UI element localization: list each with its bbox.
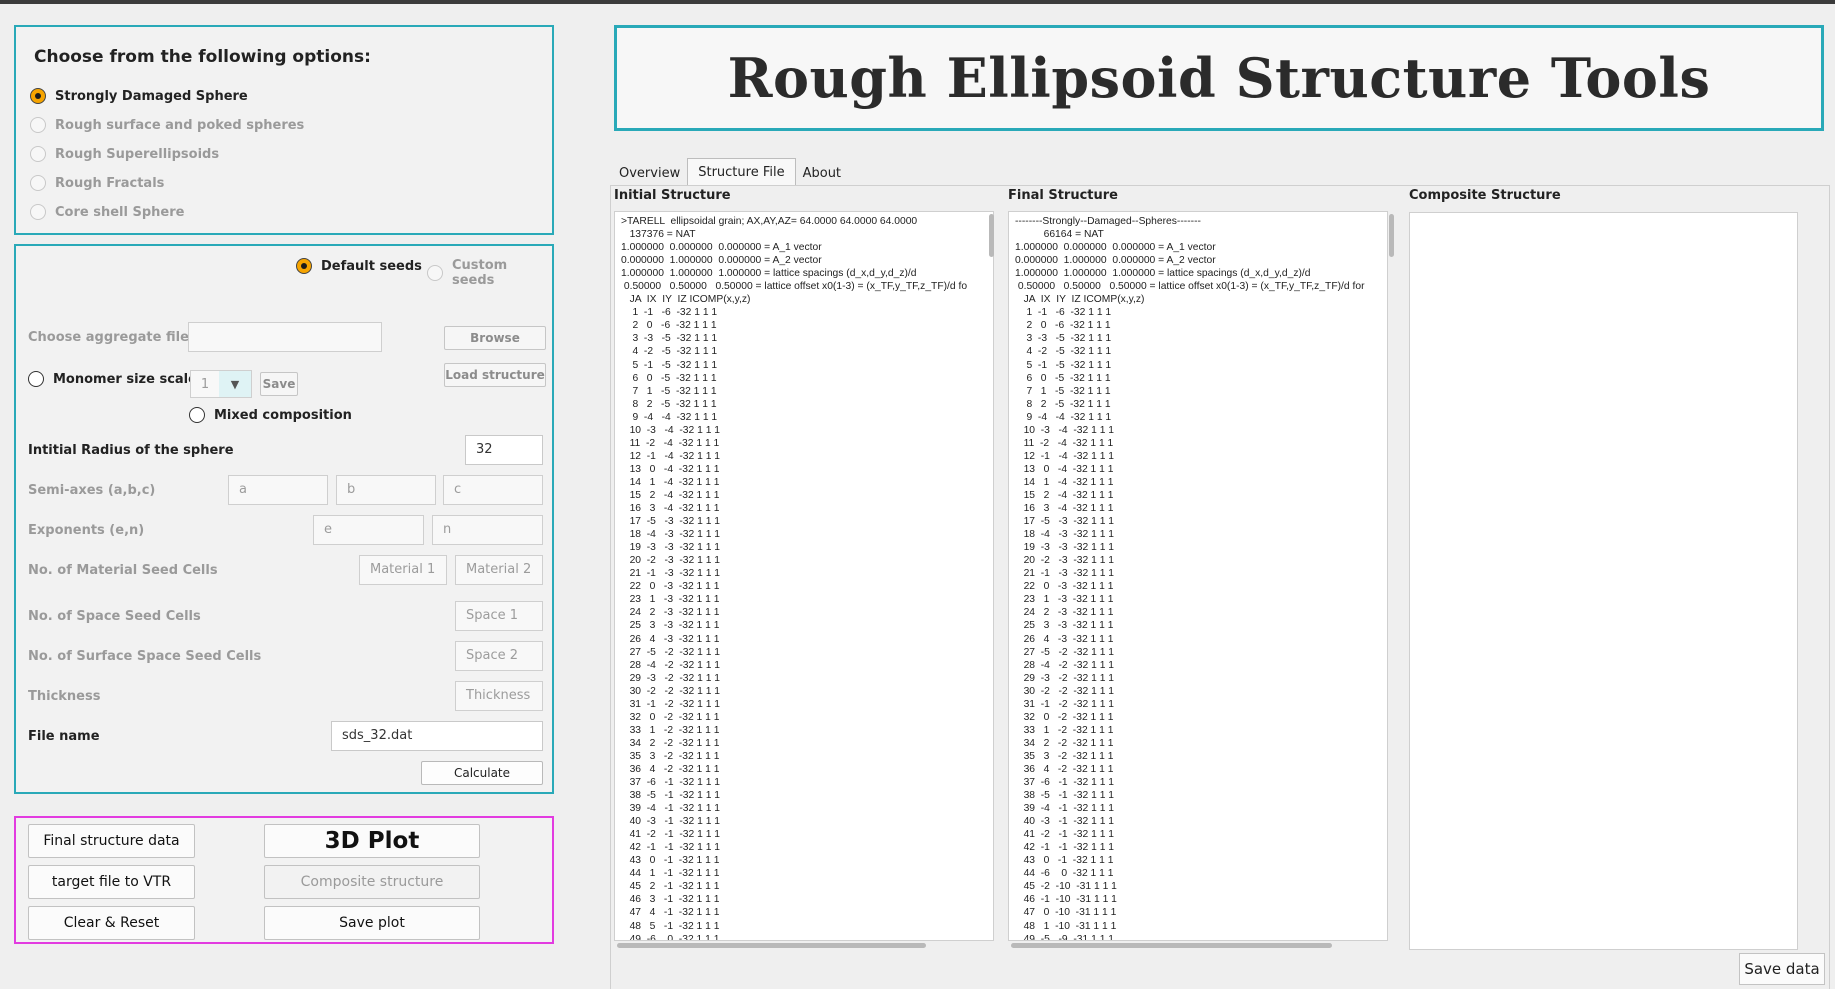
aggregate-file-label: Choose aggregate file — [28, 330, 189, 345]
composite-structure-content — [1410, 213, 1797, 219]
final-structure-vscrollbar[interactable] — [1389, 214, 1394, 257]
app-title: Rough Ellipsoid Structure Tools — [727, 46, 1711, 110]
thickness-input[interactable]: Thickness — [455, 681, 543, 711]
option-label: Strongly Damaged Sphere — [55, 88, 248, 104]
composite-structure-heading: Composite Structure — [1409, 188, 1561, 203]
monomer-save-button[interactable]: Save — [260, 372, 298, 396]
material-2-input[interactable]: Material 2 — [455, 555, 543, 585]
material-seed-cells-label: No. of Material Seed Cells — [28, 563, 218, 578]
default-seeds-radio[interactable]: Default seeds — [296, 258, 422, 274]
custom-seeds-label: Custom seeds — [452, 258, 508, 288]
radio-checked-icon — [30, 88, 46, 104]
file-name-label: File name — [28, 729, 100, 744]
parameters-panel: Default seeds Custom seeds Choose aggreg… — [14, 244, 554, 794]
final-structure-content: --------Strongly--Damaged--Spheres------… — [1015, 216, 1365, 941]
load-structure-button[interactable]: Load structure — [444, 363, 546, 387]
radio-unchecked-icon — [28, 371, 44, 387]
tab-about[interactable]: About — [798, 161, 846, 186]
final-structure-text[interactable]: --------Strongly--Damaged--Spheres------… — [1008, 211, 1388, 941]
app-title-banner: Rough Ellipsoid Structure Tools — [614, 25, 1824, 131]
target-file-to-vtr-button[interactable]: target file to VTR — [28, 865, 195, 899]
initial-radius-input[interactable]: 32 — [465, 435, 543, 465]
exponent-e-input[interactable]: e — [313, 515, 424, 545]
final-structure-hscrollbar[interactable] — [1011, 943, 1332, 948]
save-plot-button[interactable]: Save plot — [264, 906, 480, 940]
options-heading: Choose from the following options: — [34, 47, 371, 67]
mixed-composition-radio[interactable]: Mixed composition — [189, 407, 352, 423]
monomer-size-combobox[interactable]: 1 ▼ — [190, 370, 252, 398]
initial-structure-text[interactable]: >TARELL ellipsoidal grain; AX,AY,AZ= 64.… — [614, 211, 994, 941]
option-label: Core shell Sphere — [55, 204, 185, 220]
option-rough-superellipsoids[interactable]: Rough Superellipsoids — [30, 146, 219, 162]
semi-axis-b-input[interactable]: b — [336, 475, 436, 505]
space-1-input[interactable]: Space 1 — [455, 601, 543, 631]
semi-axis-c-input[interactable]: c — [443, 475, 543, 505]
radio-unchecked-icon — [30, 204, 46, 220]
space-seed-cells-label: No. of Space Seed Cells — [28, 609, 201, 624]
3d-plot-button[interactable]: 3D Plot — [264, 824, 480, 858]
space-2-input[interactable]: Space 2 — [455, 641, 543, 671]
exponents-label: Exponents (e,n) — [28, 523, 145, 538]
initial-structure-vscrollbar[interactable] — [989, 214, 994, 257]
radio-unchecked-icon — [189, 407, 205, 423]
radio-unchecked-icon — [30, 117, 46, 133]
tab-bar: Overview Structure File About — [614, 156, 848, 186]
exponent-n-input[interactable]: n — [432, 515, 543, 545]
file-name-input[interactable]: sds_32.dat — [331, 721, 543, 751]
option-rough-surface-poked-spheres[interactable]: Rough surface and poked spheres — [30, 117, 304, 133]
composite-structure-text[interactable] — [1409, 212, 1798, 950]
initial-structure-heading: Initial Structure — [614, 188, 731, 203]
initial-radius-label: Intitial Radius of the sphere — [28, 443, 234, 458]
surface-space-seed-cells-label: No. of Surface Space Seed Cells — [28, 649, 262, 664]
tab-structure-file[interactable]: Structure File — [687, 158, 796, 186]
material-1-input[interactable]: Material 1 — [359, 555, 447, 585]
monomer-size-radio[interactable]: Monomer size scale — [28, 371, 197, 387]
option-label: Rough Superellipsoids — [55, 146, 220, 162]
default-seeds-label: Default seeds — [321, 258, 422, 274]
option-core-shell-sphere[interactable]: Core shell Sphere — [30, 204, 184, 220]
initial-structure-hscrollbar[interactable] — [617, 943, 926, 948]
semi-axes-label: Semi-axes (a,b,c) — [28, 483, 156, 498]
option-label: Rough surface and poked spheres — [55, 117, 305, 133]
option-strongly-damaged-sphere[interactable]: Strongly Damaged Sphere — [30, 88, 248, 104]
save-data-button[interactable]: Save data — [1739, 953, 1825, 985]
clear-reset-button[interactable]: Clear & Reset — [28, 906, 195, 940]
tab-overview[interactable]: Overview — [614, 161, 685, 186]
monomer-size-value: 1 — [200, 376, 210, 392]
structure-type-panel: Choose from the following options: Stron… — [14, 25, 554, 235]
aggregate-file-input[interactable] — [188, 322, 382, 352]
browse-button[interactable]: Browse — [444, 326, 546, 350]
mixed-composition-label: Mixed composition — [214, 407, 352, 423]
window-top-bar — [0, 0, 1835, 4]
final-structure-data-button[interactable]: Final structure data — [28, 824, 195, 858]
option-rough-fractals[interactable]: Rough Fractals — [30, 175, 164, 191]
radio-unchecked-icon — [427, 265, 443, 281]
radio-unchecked-icon — [30, 146, 46, 162]
radio-checked-icon — [296, 258, 312, 274]
calculate-button[interactable]: Calculate — [421, 761, 543, 785]
initial-structure-content: >TARELL ellipsoidal grain; AX,AY,AZ= 64.… — [621, 216, 968, 941]
actions-panel: Final structure data 3D Plot target file… — [14, 816, 554, 944]
thickness-label: Thickness — [28, 689, 101, 704]
composite-structure-button[interactable]: Composite structure — [264, 865, 480, 899]
final-structure-heading: Final Structure — [1008, 188, 1118, 203]
semi-axis-a-input[interactable]: a — [228, 475, 328, 505]
radio-unchecked-icon — [30, 175, 46, 191]
monomer-size-label: Monomer size scale — [53, 371, 197, 387]
chevron-down-icon[interactable]: ▼ — [219, 371, 251, 397]
custom-seeds-radio[interactable]: Custom seeds — [427, 258, 552, 288]
option-label: Rough Fractals — [55, 175, 165, 191]
